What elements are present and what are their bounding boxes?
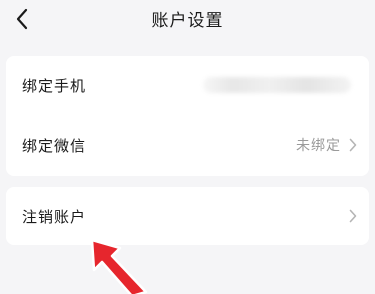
bind-phone-label: 绑定手机 — [22, 76, 87, 95]
cancel-account-card: 注销账户 — [6, 187, 369, 245]
cancel-account-row[interactable]: 注销账户 — [6, 187, 369, 245]
red-arrow-icon — [86, 234, 166, 294]
bind-wechat-label: 绑定微信 — [22, 136, 87, 155]
binding-card: 绑定手机 绑定微信 未绑定 — [6, 56, 369, 176]
obscured-phone-value — [203, 77, 351, 93]
bind-phone-row[interactable]: 绑定手机 — [6, 56, 369, 114]
page-title: 账户设置 — [151, 11, 224, 31]
cancel-account-label: 注销账户 — [22, 207, 87, 226]
chevron-right-icon — [349, 138, 357, 152]
header: 账户设置 — [0, 0, 375, 40]
bind-wechat-status: 未绑定 — [296, 138, 341, 154]
bind-wechat-row[interactable]: 绑定微信 未绑定 — [6, 116, 369, 174]
chevron-right-icon — [349, 209, 357, 223]
